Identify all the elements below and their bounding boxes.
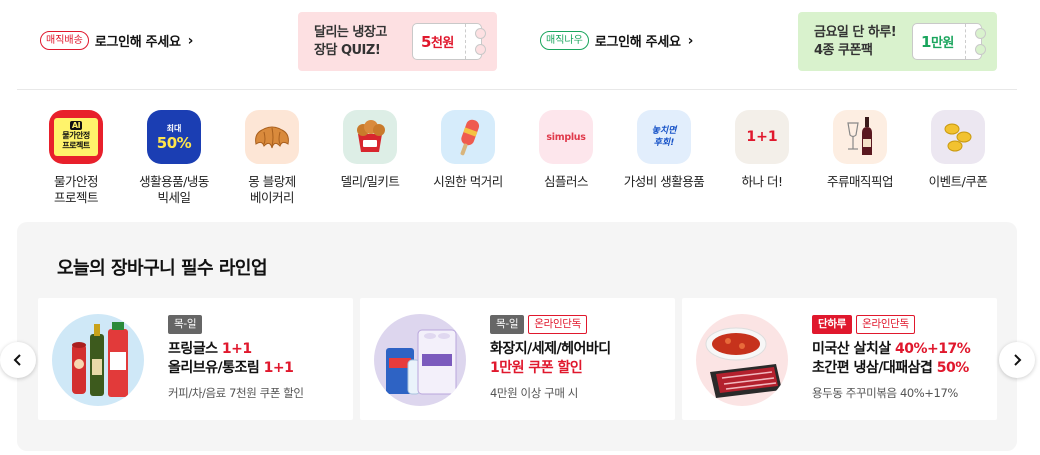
lineup-card-beef[interactable]: 단하루 온라인단독 미국산 살치살 40%+17% 초간편 냉삼/대패삼겹 50… (682, 298, 997, 420)
coupon-value: 5천원 (421, 33, 454, 51)
card-body: 단하루 온라인단독 미국산 살치살 40%+17% 초간편 냉삼/대패삼겹 50… (812, 315, 987, 401)
divider (17, 89, 1017, 90)
category-value-goods[interactable]: 놓치면 후회! 가성비 생활용품 (619, 110, 709, 190)
household-goods-product-image (374, 314, 466, 406)
card-title-line: 화장지/세제/헤어바디 (490, 341, 611, 357)
one-plus-one-icon: 1+1 (735, 110, 789, 164)
card-title-line: 1만원 쿠폰 할인 (490, 360, 583, 376)
lineup-card-pringles[interactable]: 목-일 프링글스 1+1 올리브유/통조림 1+1 커피/차/음료 7천원 쿠폰… (38, 298, 353, 420)
badge-list: 단하루 온라인단독 (812, 315, 987, 335)
category-living-frozen-sale[interactable]: 최대 50% 생활용품/냉동 빅세일 (129, 110, 219, 206)
category-label: 델리/밀키트 (340, 174, 400, 189)
croissant-icon (245, 110, 299, 164)
chevron-right-icon (1014, 354, 1022, 366)
category-liquor-pickup[interactable]: 주류매직픽업 (815, 110, 905, 190)
online-exclusive-badge: 온라인단독 (856, 315, 915, 334)
category-price-stability[interactable]: AI 물가안정 프로젝트 물가안정 프로젝트 (31, 110, 121, 206)
period-badge: 목-일 (490, 315, 525, 334)
coins-icon (931, 110, 985, 164)
card-title-line: 초간편 냉삼/대패삼겹 50% (812, 360, 969, 376)
category-label: 생활용품/냉동 빅세일 (139, 174, 209, 205)
promo-text: 금요일 단 하루! 4종 쿠폰팩 (814, 24, 897, 58)
badge-list: 목-일 온라인단독 (490, 315, 665, 335)
one-day-badge: 단하루 (812, 315, 853, 334)
category-cool-food[interactable]: 시원한 먹거리 (423, 110, 513, 190)
category-shortcuts: AI 물가안정 프로젝트 물가안정 프로젝트 최대 50% 생활용품/냉동 빅세일 몽… (31, 110, 1021, 210)
magic-delivery-tag: 매직배송 (40, 31, 89, 50)
online-exclusive-badge: 온라인단독 (528, 315, 588, 334)
carousel-next-button[interactable] (999, 342, 1035, 378)
card-body: 목-일 온라인단독 화장지/세제/헤어바디 1만원 쿠폰 할인 4만원 이상 구… (490, 315, 665, 401)
category-label: 심플러스 (543, 174, 589, 189)
card-title-line: 프링글스 1+1 (168, 341, 252, 357)
magic-now-tag: 매직나우 (540, 31, 589, 50)
card-subtitle: 4만원 이상 구매 시 (490, 386, 578, 400)
card-subtitle: 커피/차/음료 7천원 쿠폰 할인 (168, 386, 304, 400)
meat-product-image (696, 314, 788, 406)
period-badge: 목-일 (168, 315, 203, 334)
category-label: 시원한 먹거리 (433, 174, 503, 189)
chevron-left-icon (13, 354, 21, 366)
category-label: 하나 더! (741, 174, 784, 189)
card-title-line: 미국산 살치살 40%+17% (812, 341, 971, 357)
magic-delivery-login-link[interactable]: 매직배송 로그인해 주세요 › (40, 31, 193, 50)
card-subtitle: 용두동 주꾸미볶음 40%+17% (812, 386, 958, 400)
price-stability-project-icon: AI 물가안정 프로젝트 (49, 110, 103, 164)
fridge-quiz-promo-card[interactable]: 달리는 냉장고 장담 QUIZ! 5천원 (298, 12, 497, 71)
category-bakery[interactable]: 몽 블랑제 베이커리 (227, 110, 317, 206)
category-deli-mealkit[interactable]: 델리/밀키트 (325, 110, 415, 190)
chevron-right-icon: › (187, 32, 194, 49)
lineup-card-tissue-detergent[interactable]: 목-일 온라인단독 화장지/세제/헤어바디 1만원 쿠폰 할인 4만원 이상 구… (360, 298, 675, 420)
category-label: 물가안정 프로젝트 (53, 174, 99, 205)
coupon-ticket-icon: 5천원 (412, 23, 486, 60)
card-body: 목-일 프링글스 1+1 올리브유/통조림 1+1 커피/차/음료 7천원 쿠폰… (168, 315, 343, 401)
simplus-logo-icon: simplus (539, 110, 593, 164)
category-label: 몽 블랑제 베이커리 (248, 174, 296, 205)
category-label: 이벤트/쿠폰 (928, 174, 988, 189)
value-goods-icon: 놓치면 후회! (637, 110, 691, 164)
carousel-prev-button[interactable] (0, 342, 36, 378)
pringles-oil-product-image (52, 314, 144, 406)
card-title-line: 올리브유/통조림 1+1 (168, 360, 294, 376)
fried-chicken-icon (343, 110, 397, 164)
chevron-right-icon: › (687, 32, 694, 49)
category-event-coupon[interactable]: 이벤트/쿠폰 (913, 110, 1003, 190)
category-simplus[interactable]: simplus 심플러스 (521, 110, 611, 190)
category-one-more[interactable]: 1+1 하나 더! (717, 110, 807, 190)
badge-list: 목-일 (168, 315, 343, 335)
coupon-value: 1만원 (921, 33, 954, 51)
top-banner-row: 매직배송 로그인해 주세요 › 달리는 냉장고 장담 QUIZ! 5천원 매직나… (0, 0, 1040, 88)
login-prompt: 로그인해 주세요 (594, 35, 681, 50)
category-label: 가성비 생활용품 (623, 174, 705, 189)
popsicle-icon (441, 110, 495, 164)
section-title: 오늘의 장바구니 필수 라인업 (57, 258, 268, 279)
coupon-ticket-icon: 1만원 (912, 23, 986, 60)
promo-text: 달리는 냉장고 장담 QUIZ! (314, 24, 387, 58)
login-prompt: 로그인해 주세요 (94, 35, 181, 50)
lineup-section: 오늘의 장바구니 필수 라인업 목-일 프링글스 1+1 올리브유/통조림 1+… (17, 222, 1017, 451)
max-50-percent-icon: 최대 50% (147, 110, 201, 164)
friday-coupon-pack-promo-card[interactable]: 금요일 단 하루! 4종 쿠폰팩 1만원 (798, 12, 997, 71)
magic-now-login-link[interactable]: 매직나우 로그인해 주세요 › (540, 31, 693, 50)
wine-bottle-icon (833, 110, 887, 164)
category-label: 주류매직픽업 (826, 174, 894, 189)
